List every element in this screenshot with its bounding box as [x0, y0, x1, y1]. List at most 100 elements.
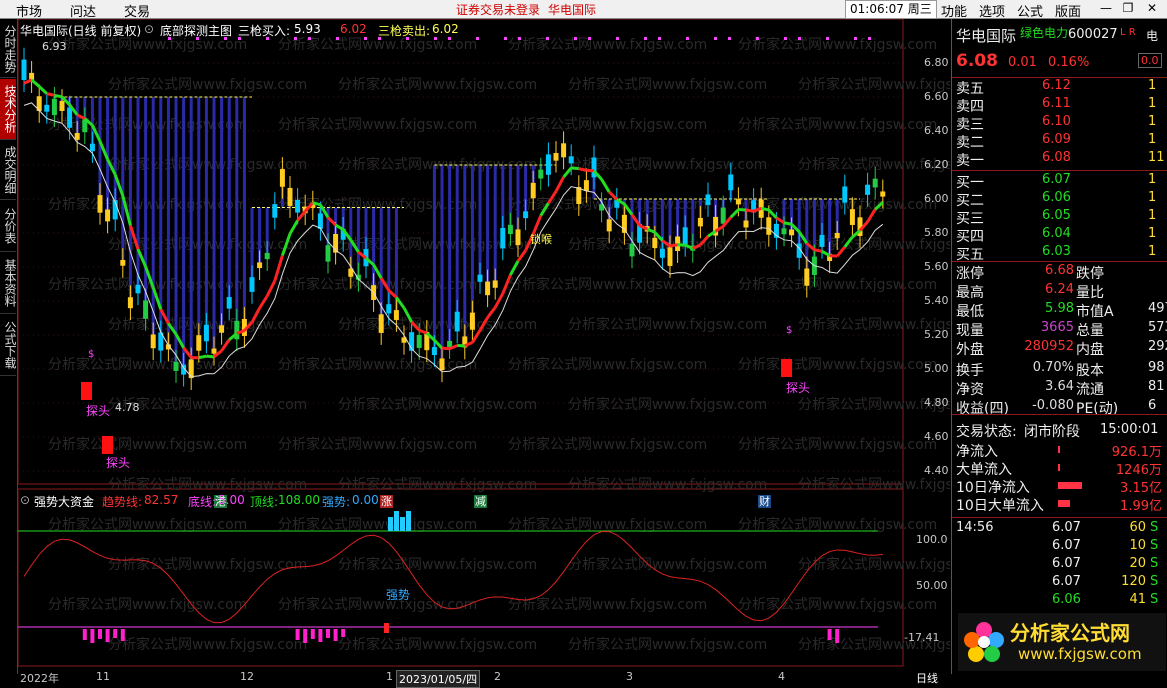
candle-body	[630, 244, 635, 257]
period-label[interactable]: 日线	[916, 670, 938, 686]
chart-area[interactable]: 分析家公式网www.fxjgsw.com 分析家公式网www.fxjgsw.com…	[18, 19, 950, 674]
menu-options[interactable]: 选项	[979, 1, 1005, 20]
menu-layout[interactable]: 版面	[1055, 1, 1081, 20]
minimize-icon[interactable]: —	[1097, 0, 1115, 17]
tick-row[interactable]: 6.0641S	[952, 592, 1167, 610]
top-mark	[448, 37, 451, 40]
candle-body	[212, 349, 217, 354]
weak-bar	[828, 629, 832, 640]
order-label: 买一	[956, 172, 984, 192]
watermark-text: 分析家公式网www.fxjgsw.com	[278, 436, 477, 453]
order-row[interactable]: 卖一6.0811	[952, 150, 1167, 168]
candle-body	[554, 153, 559, 161]
buy-value-2: 6.02	[340, 22, 367, 36]
weak-bar	[334, 629, 338, 641]
quote-name: 华电国际	[956, 25, 1016, 46]
candle-body	[523, 211, 528, 218]
bottom-label-3: 探头	[786, 379, 810, 396]
indicator-name[interactable]: 底部探测主图	[160, 22, 232, 39]
price-tick: 5.60	[924, 260, 949, 273]
weak-bar	[303, 629, 307, 643]
menu-market[interactable]: 市场	[16, 1, 42, 20]
x-label-12: 12	[240, 670, 254, 683]
watermark-text: 分析家公式网www.fxjgsw.com	[48, 276, 247, 293]
sub-axis-100: 100.0	[916, 533, 948, 546]
stat-row: 最高6.24量比	[952, 282, 1167, 300]
sub-settings-icon[interactable]: ⊙	[20, 493, 30, 507]
tab-price-table[interactable]: 分价表	[0, 201, 16, 252]
candle-body	[250, 277, 255, 292]
candle-body	[288, 188, 293, 206]
order-row[interactable]: 买五6.031	[952, 244, 1167, 262]
tab-technical[interactable]: 技术分析	[0, 79, 16, 140]
order-row[interactable]: 卖四6.111	[952, 96, 1167, 114]
order-label: 卖五	[956, 78, 984, 98]
cursor-date: 2023/01/05/四	[396, 670, 480, 688]
price-tick: 5.20	[924, 328, 949, 341]
watermark-text: 分析家公式网www.fxjgsw.com	[108, 476, 307, 493]
watermark-text: 分析家公式网www.fxjgsw.com	[738, 116, 937, 133]
signal-block	[781, 359, 792, 377]
quote-change: 0.01	[1008, 55, 1037, 70]
order-row[interactable]: 卖三6.101	[952, 114, 1167, 132]
menu-formula[interactable]: 公式	[1017, 1, 1043, 20]
order-row[interactable]: 买一6.071	[952, 172, 1167, 190]
menu-wenda[interactable]: 问达	[70, 1, 96, 20]
candle-body	[379, 314, 384, 333]
stat-label: 最高	[956, 282, 984, 302]
candle-body	[143, 300, 148, 318]
logo-title: 分析家公式网	[1010, 617, 1130, 646]
tick-row[interactable]: 6.07120S	[952, 574, 1167, 592]
candle-body	[417, 335, 422, 348]
restore-icon[interactable]: ❐	[1119, 0, 1137, 17]
watermark-text: 分析家公式网www.fxjgsw.com	[108, 76, 307, 93]
tab-trades[interactable]: 成交明细	[0, 141, 16, 200]
weak-bar	[326, 629, 330, 638]
tab-fundamentals[interactable]: 基本资料	[0, 253, 16, 314]
tick-row[interactable]: 6.0720S	[952, 556, 1167, 574]
tab-formula-download[interactable]: 公式下载	[0, 315, 16, 376]
candle-body	[174, 362, 179, 371]
ma-segment	[510, 261, 518, 275]
ma-segment	[579, 169, 587, 171]
ma-segment	[32, 80, 40, 87]
order-volume: 1	[1148, 114, 1156, 129]
flow-bar	[1058, 464, 1060, 471]
trend-label: 趋势线:	[102, 493, 142, 510]
watermark-text: 分析家公式网www.fxjgsw.com	[568, 396, 767, 413]
order-row[interactable]: 买四6.041	[952, 226, 1167, 244]
order-row[interactable]: 卖二6.091	[952, 132, 1167, 150]
tick-row[interactable]: 6.0710S	[952, 538, 1167, 556]
order-row[interactable]: 卖五6.121	[952, 78, 1167, 96]
event-finance[interactable]: 财	[758, 495, 771, 508]
sub-axis-min: -17.41	[904, 631, 939, 644]
sub-title[interactable]: 强势大资金	[34, 493, 94, 510]
order-row[interactable]: 买二6.061	[952, 190, 1167, 208]
ma-segment	[784, 223, 792, 224]
order-row[interactable]: 买三6.051	[952, 208, 1167, 226]
tab-intraday[interactable]: 分时走势	[0, 21, 16, 78]
event-reduce[interactable]: 减	[474, 495, 487, 508]
login-warning[interactable]: 证券交易未登录	[456, 1, 540, 18]
menu-trade[interactable]: 交易	[124, 1, 150, 20]
candle-body	[561, 143, 566, 157]
top-mark	[518, 37, 521, 40]
stat-value: 6.68	[1045, 263, 1074, 278]
order-price: 6.09	[1042, 132, 1071, 147]
kline-chart[interactable]: 分析家公式网www.fxjgsw.com 分析家公式网www.fxjgsw.com…	[18, 19, 950, 674]
close-icon[interactable]: ✕	[1143, 0, 1161, 17]
clock: 01:06:07 周三	[845, 0, 937, 19]
price-tick: 5.80	[924, 226, 949, 239]
quote-sector-tag[interactable]: 绿色电力	[1020, 24, 1068, 41]
watermark-text: 分析家公式网www.fxjgsw.com	[278, 276, 477, 293]
stat-row: 净资3.64流通81	[952, 379, 1167, 397]
top-mark	[294, 37, 297, 40]
watermark-text: 分析家公式网www.fxjgsw.com	[508, 116, 707, 133]
menu-function[interactable]: 功能	[941, 1, 967, 20]
watermark-text: 分析家公式网www.fxjgsw.com	[798, 476, 950, 493]
candle-body	[204, 325, 209, 341]
tick-row[interactable]: 14:566.0760S	[952, 520, 1167, 538]
event-up[interactable]: 涨	[380, 495, 393, 508]
flow-label: 净流入	[956, 441, 998, 461]
settings-icon[interactable]: ⊙	[144, 22, 154, 36]
